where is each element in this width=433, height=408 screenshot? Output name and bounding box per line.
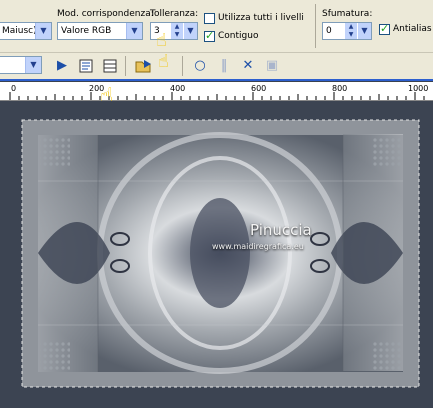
spin-down-icon[interactable]: ▼ — [171, 31, 183, 39]
spin-up-icon[interactable]: ▲ — [345, 23, 357, 31]
feather-value: 0 — [326, 26, 332, 36]
antialias-label: Antialias — [393, 24, 432, 34]
feather-spinner[interactable]: 0 ▲ ▼ ▼ — [322, 22, 372, 40]
folder-run-icon[interactable] — [134, 56, 154, 76]
pointing-hand-icon: ☝ — [156, 30, 167, 51]
chevron-down-icon: ▼ — [25, 57, 41, 73]
contiguous-label: Contiguo — [218, 31, 259, 41]
record-icon[interactable]: ○ — [190, 56, 210, 76]
mode-select[interactable]: Valore RGB ▼ — [57, 22, 143, 40]
chevron-down-icon: ▼ — [126, 23, 142, 39]
pause-icon[interactable]: ‖ — [214, 56, 234, 76]
script-toolbar: ▼ ▶ ☝ ○ ‖ ✕ ▣ — [0, 51, 433, 81]
chevron-down-icon[interactable]: ▼ — [358, 23, 371, 39]
spin-buttons[interactable]: ▲ ▼ — [171, 23, 183, 39]
pointing-hand-icon: ☝ — [158, 51, 169, 72]
use-all-layers-label: Utilizza tutti i livelli — [218, 13, 304, 23]
contiguous-checkbox[interactable] — [204, 29, 215, 42]
spin-down-icon[interactable]: ▼ — [345, 31, 357, 39]
ruler-label: 0 — [11, 84, 17, 93]
watermark-name: Pinuccia — [250, 221, 312, 239]
spin-up-icon[interactable]: ▲ — [171, 23, 183, 31]
horizontal-ruler: 0 200 400 600 800 1000 — [0, 82, 433, 101]
use-all-layers-checkbox[interactable] — [204, 13, 215, 24]
feather-label: Sfumatura: — [322, 9, 373, 19]
separator — [315, 4, 316, 48]
script-select[interactable]: ▼ — [0, 56, 42, 74]
save-icon[interactable]: ▣ — [262, 56, 282, 76]
case-select-value: Maiusc) — [2, 26, 37, 36]
image-canvas[interactable] — [0, 101, 433, 408]
script-icon[interactable] — [76, 56, 96, 76]
separator — [125, 56, 126, 76]
chevron-down-icon: ▼ — [35, 23, 51, 39]
separator — [182, 56, 183, 76]
ruler-label: 600 — [251, 84, 267, 93]
ruler-label: 1000 — [408, 84, 429, 93]
spin-buttons[interactable]: ▲ ▼ — [345, 23, 357, 39]
image-workspace[interactable]: Pinuccia www.maidiregrafica.eu — [0, 101, 433, 408]
ruler-ticks — [9, 92, 425, 100]
mode-select-value: Valore RGB — [61, 26, 112, 36]
chevron-down-icon[interactable]: ▼ — [184, 23, 197, 39]
antialias-checkbox[interactable] — [379, 22, 390, 35]
mode-label: Mod. corrispondenza: — [57, 9, 154, 19]
ruler-label: 400 — [170, 84, 186, 93]
watermark-url: www.maidiregrafica.eu — [212, 242, 304, 251]
case-select[interactable]: Maiusc) ▼ — [0, 22, 52, 40]
play-icon[interactable]: ▶ — [52, 56, 72, 76]
ruler-label: 800 — [332, 84, 348, 93]
stop-icon[interactable]: ✕ — [238, 56, 258, 76]
tool-options-bar: Maiusc) ▼ Mod. corrispondenza: Valore RG… — [0, 0, 433, 53]
tolerance-label: Tolleranza: — [150, 9, 199, 19]
list-icon[interactable] — [100, 56, 120, 76]
